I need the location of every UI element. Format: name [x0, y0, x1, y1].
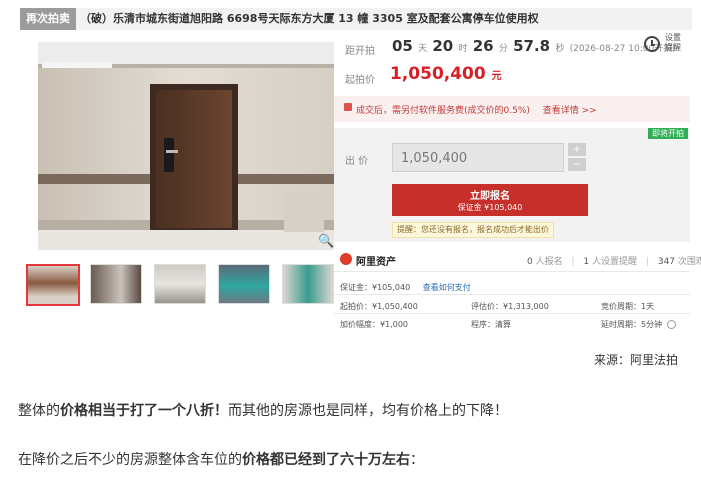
zoom-icon[interactable]: 🔍: [318, 234, 334, 249]
para1-part-c: 而其他的房源也是同样，均有价格上的下降！: [228, 403, 508, 419]
thumbnail-5[interactable]: [282, 264, 334, 304]
fee-notice-text: 成交后，需另付软件服务费(成交价的0.5%) 查看详情 >>: [356, 103, 597, 116]
divider: [334, 271, 690, 272]
para1-part-a: 整体的: [18, 403, 60, 419]
eval-value: ¥1,313,000: [503, 302, 549, 311]
fee-details-link[interactable]: 查看详情 >>: [543, 106, 597, 116]
bid-decrease-button[interactable]: −: [568, 158, 586, 171]
deposit-label: 保证金：: [340, 283, 372, 292]
thumbnail-strip: [26, 264, 334, 306]
increment-row: 加价幅度：¥1,000: [340, 319, 408, 330]
listing-title: （破）乐清市城东街道旭阳路 6698号天际东方大厦 13 幢 3305 室及配套…: [80, 12, 539, 25]
signup-deposit: 保证金 ¥105,040: [457, 203, 523, 212]
applicants-count: 0: [527, 257, 533, 267]
countdown-label: 距开拍: [345, 46, 375, 57]
procedure-value: 清算: [495, 320, 511, 329]
thumbnail-3[interactable]: [154, 264, 206, 304]
increment-label: 加价幅度：: [340, 320, 380, 329]
minutes-unit: 分: [498, 44, 508, 54]
views-label: 次围观: [677, 257, 701, 267]
period-row: 竞价周期：1天: [601, 301, 654, 312]
paragraph-1: 整体的价格相当于打了一个八折！而其他的房源也是同样，均有价格上的下降！: [18, 400, 508, 420]
set-reminder-button[interactable]: 设置 提醒: [665, 33, 681, 53]
signup-label: 立即报名: [470, 191, 510, 202]
watchers-label: 人设置提醒: [592, 257, 638, 267]
procedure-label: 程序：: [471, 320, 495, 329]
para1-emphasis: 价格相当于打了一个八折！: [60, 403, 228, 419]
detail-start-value: ¥1,050,400: [372, 302, 418, 311]
start-price-unit: 元: [491, 71, 502, 82]
detail-start-label: 起拍价：: [340, 302, 372, 311]
applicants-label: 人报名: [535, 257, 563, 267]
signup-reminder: 提醒：您还没有报名，报名成功后才能出价: [392, 222, 554, 238]
thumbnail-2[interactable]: [90, 264, 142, 304]
eval-price-row: 评估价：¥1,313,000: [471, 301, 549, 312]
bid-label: 出 价: [345, 156, 369, 167]
thumbnail-1[interactable]: [26, 264, 80, 306]
deposit-value: ¥105,040: [372, 283, 411, 292]
signup-button[interactable]: 立即报名 保证金 ¥105,040: [392, 184, 588, 216]
start-price-row: 起拍价：¥1,050,400: [340, 301, 418, 312]
alarm-clock-icon[interactable]: [644, 36, 660, 52]
deposit-row: 保证金：¥105,040 查看如何支付: [340, 282, 471, 293]
start-price-value: 1,050,400: [390, 64, 486, 84]
countdown-hours: 20: [432, 37, 454, 55]
period-value: 1天: [641, 302, 655, 311]
start-price-label: 起拍价: [345, 75, 375, 86]
countdown-timer: 05 天 20 时 26 分 57.8 秒 (2026-08-27 10:00开…: [392, 37, 676, 55]
divider: [334, 294, 690, 295]
door-photo-illustration: [38, 42, 334, 250]
eval-label: 评估价：: [471, 302, 503, 311]
increment-value: ¥1,000: [380, 320, 408, 329]
delay-label: 延时周期：: [601, 320, 641, 329]
delay-value: 5分钟: [641, 320, 663, 329]
divider: [334, 313, 690, 314]
gift-icon: [344, 103, 352, 111]
start-price: 1,050,400 元: [390, 64, 502, 84]
how-to-pay-link[interactable]: 查看如何支付: [423, 283, 471, 292]
countdown-minutes: 26: [472, 37, 494, 55]
bid-increase-button[interactable]: +: [568, 143, 586, 156]
main-photo[interactable]: [38, 42, 334, 250]
para2-part-c: ：: [410, 452, 424, 468]
seconds-unit: 秒: [555, 44, 565, 54]
source-caption: 来源：阿里法拍: [594, 353, 679, 367]
hours-unit: 时: [458, 44, 468, 54]
period-label: 竞价周期：: [601, 302, 641, 311]
paragraph-2: 在降价之后不少的房源整体含车位的价格都已经到了六十万左右：: [18, 449, 424, 469]
para2-part-a: 在降价之后不少的房源整体含车位的: [18, 452, 242, 468]
procedure-row: 程序：清算: [471, 319, 511, 330]
thumbnail-4[interactable]: [218, 264, 270, 304]
watchers-count: 1: [583, 257, 590, 267]
ali-assets-logo-icon: [340, 253, 352, 265]
stats-row: 0 人报名 | 1 人设置提醒 | 347 次围观: [527, 254, 701, 267]
clock-icon: [666, 320, 676, 329]
reauction-tag: 再次拍卖: [20, 8, 76, 30]
days-unit: 天: [418, 44, 428, 54]
views-count: 347: [657, 257, 676, 267]
countdown-seconds: 57.8: [513, 37, 551, 55]
delay-row: 延时周期：5分钟: [601, 319, 676, 330]
countdown-days: 05: [392, 37, 413, 55]
para2-emphasis: 价格都已经到了六十万左右: [242, 452, 410, 468]
ali-assets-logo-text: 阿里资产: [356, 257, 396, 268]
fee-notice-message: 成交后，需另付软件服务费(成交价的0.5%): [356, 106, 530, 116]
bid-input[interactable]: 1,050,400: [392, 143, 564, 172]
status-badge: 即将开拍: [648, 128, 688, 139]
